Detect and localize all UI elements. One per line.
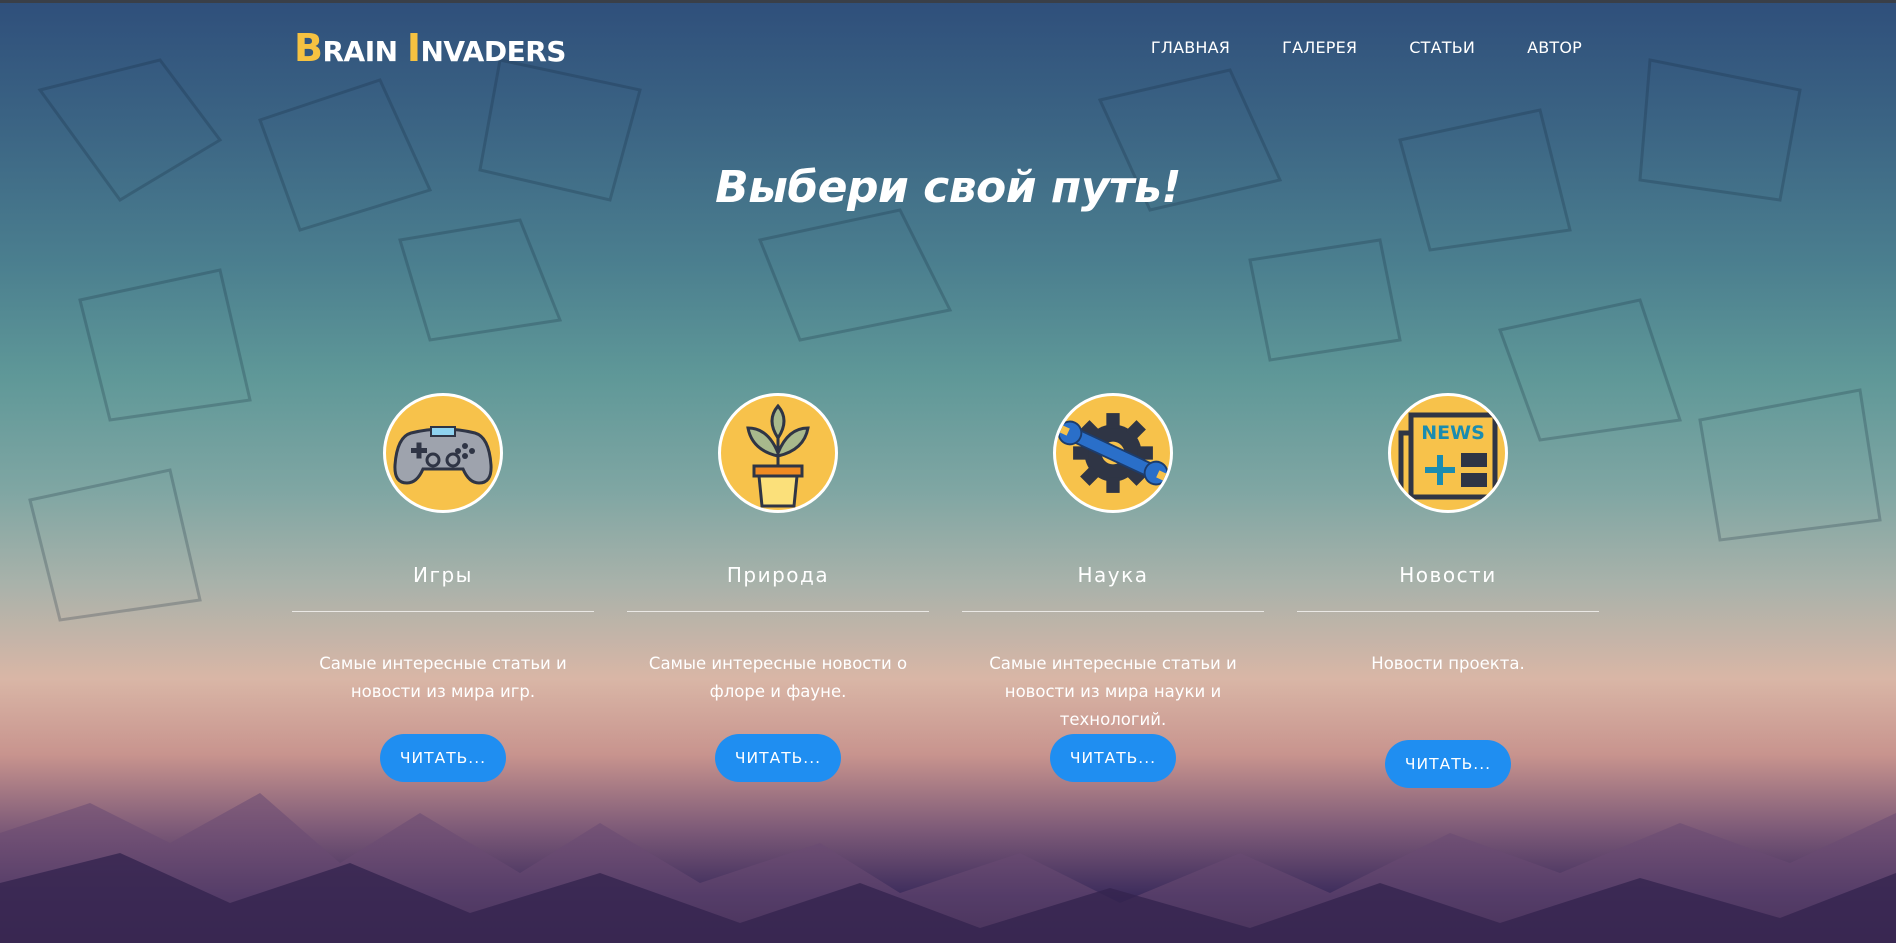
read-more-button[interactable]: ЧИТАТЬ... bbox=[1049, 734, 1177, 782]
card-description: Самые интересные статьи и новости из мир… bbox=[319, 654, 567, 701]
hero-title: Выбери свой путь! bbox=[715, 162, 1181, 213]
divider bbox=[627, 611, 929, 612]
nav-link-gallery[interactable]: ГАЛЕРЕЯ bbox=[1282, 38, 1357, 57]
card-science: Наука Самые интересные статьи и новости … bbox=[962, 393, 1264, 782]
divider bbox=[1297, 611, 1599, 612]
site-logo[interactable]: BRAIN INVADERS bbox=[294, 26, 566, 70]
read-more-button[interactable]: ЧИТАТЬ... bbox=[379, 734, 507, 782]
card-title: Природа bbox=[726, 563, 830, 587]
logo-letter-i: I bbox=[406, 26, 421, 70]
logo-letter-b: B bbox=[294, 26, 323, 70]
card-description: Самые интересные статьи и новости из мир… bbox=[989, 654, 1237, 729]
nav-link-articles[interactable]: СТАТЬИ bbox=[1409, 38, 1475, 57]
svg-text:NEWS: NEWS bbox=[1421, 422, 1485, 444]
card-games: Игры Самые интересные статьи и новости и… bbox=[292, 393, 594, 782]
main-nav: ГЛАВНАЯ ГАЛЕРЕЯ СТАТЬИ АВТОР bbox=[1151, 38, 1582, 57]
card-title: Наука bbox=[1077, 563, 1149, 587]
divider bbox=[292, 611, 594, 612]
newspaper-icon[interactable]: NEWS bbox=[1388, 393, 1508, 513]
divider bbox=[962, 611, 1264, 612]
read-more-button[interactable]: ЧИТАТЬ... bbox=[1384, 740, 1512, 788]
background-mountains bbox=[0, 793, 1896, 943]
read-more-button[interactable]: ЧИТАТЬ... bbox=[714, 734, 842, 782]
card-nature: Природа Самые интересные новости о флоре… bbox=[627, 393, 929, 782]
gear-wrench-icon[interactable] bbox=[1053, 393, 1173, 513]
logo-text-rain: RAIN bbox=[322, 35, 407, 68]
card-title: Новости bbox=[1399, 563, 1497, 587]
card-news: NEWS Новости Новости проекта. ЧИТАТЬ... bbox=[1297, 393, 1599, 788]
nav-link-home[interactable]: ГЛАВНАЯ bbox=[1151, 38, 1230, 57]
card-title: Игры bbox=[413, 563, 473, 587]
card-description: Новости проекта. bbox=[1371, 654, 1525, 673]
logo-text-nvaders: NVADERS bbox=[420, 35, 566, 68]
plant-pot-icon[interactable] bbox=[718, 393, 838, 513]
gamepad-icon[interactable] bbox=[383, 393, 503, 513]
nav-link-author[interactable]: АВТОР bbox=[1527, 38, 1582, 57]
card-description: Самые интересные новости о флоре и фауне… bbox=[648, 654, 908, 701]
